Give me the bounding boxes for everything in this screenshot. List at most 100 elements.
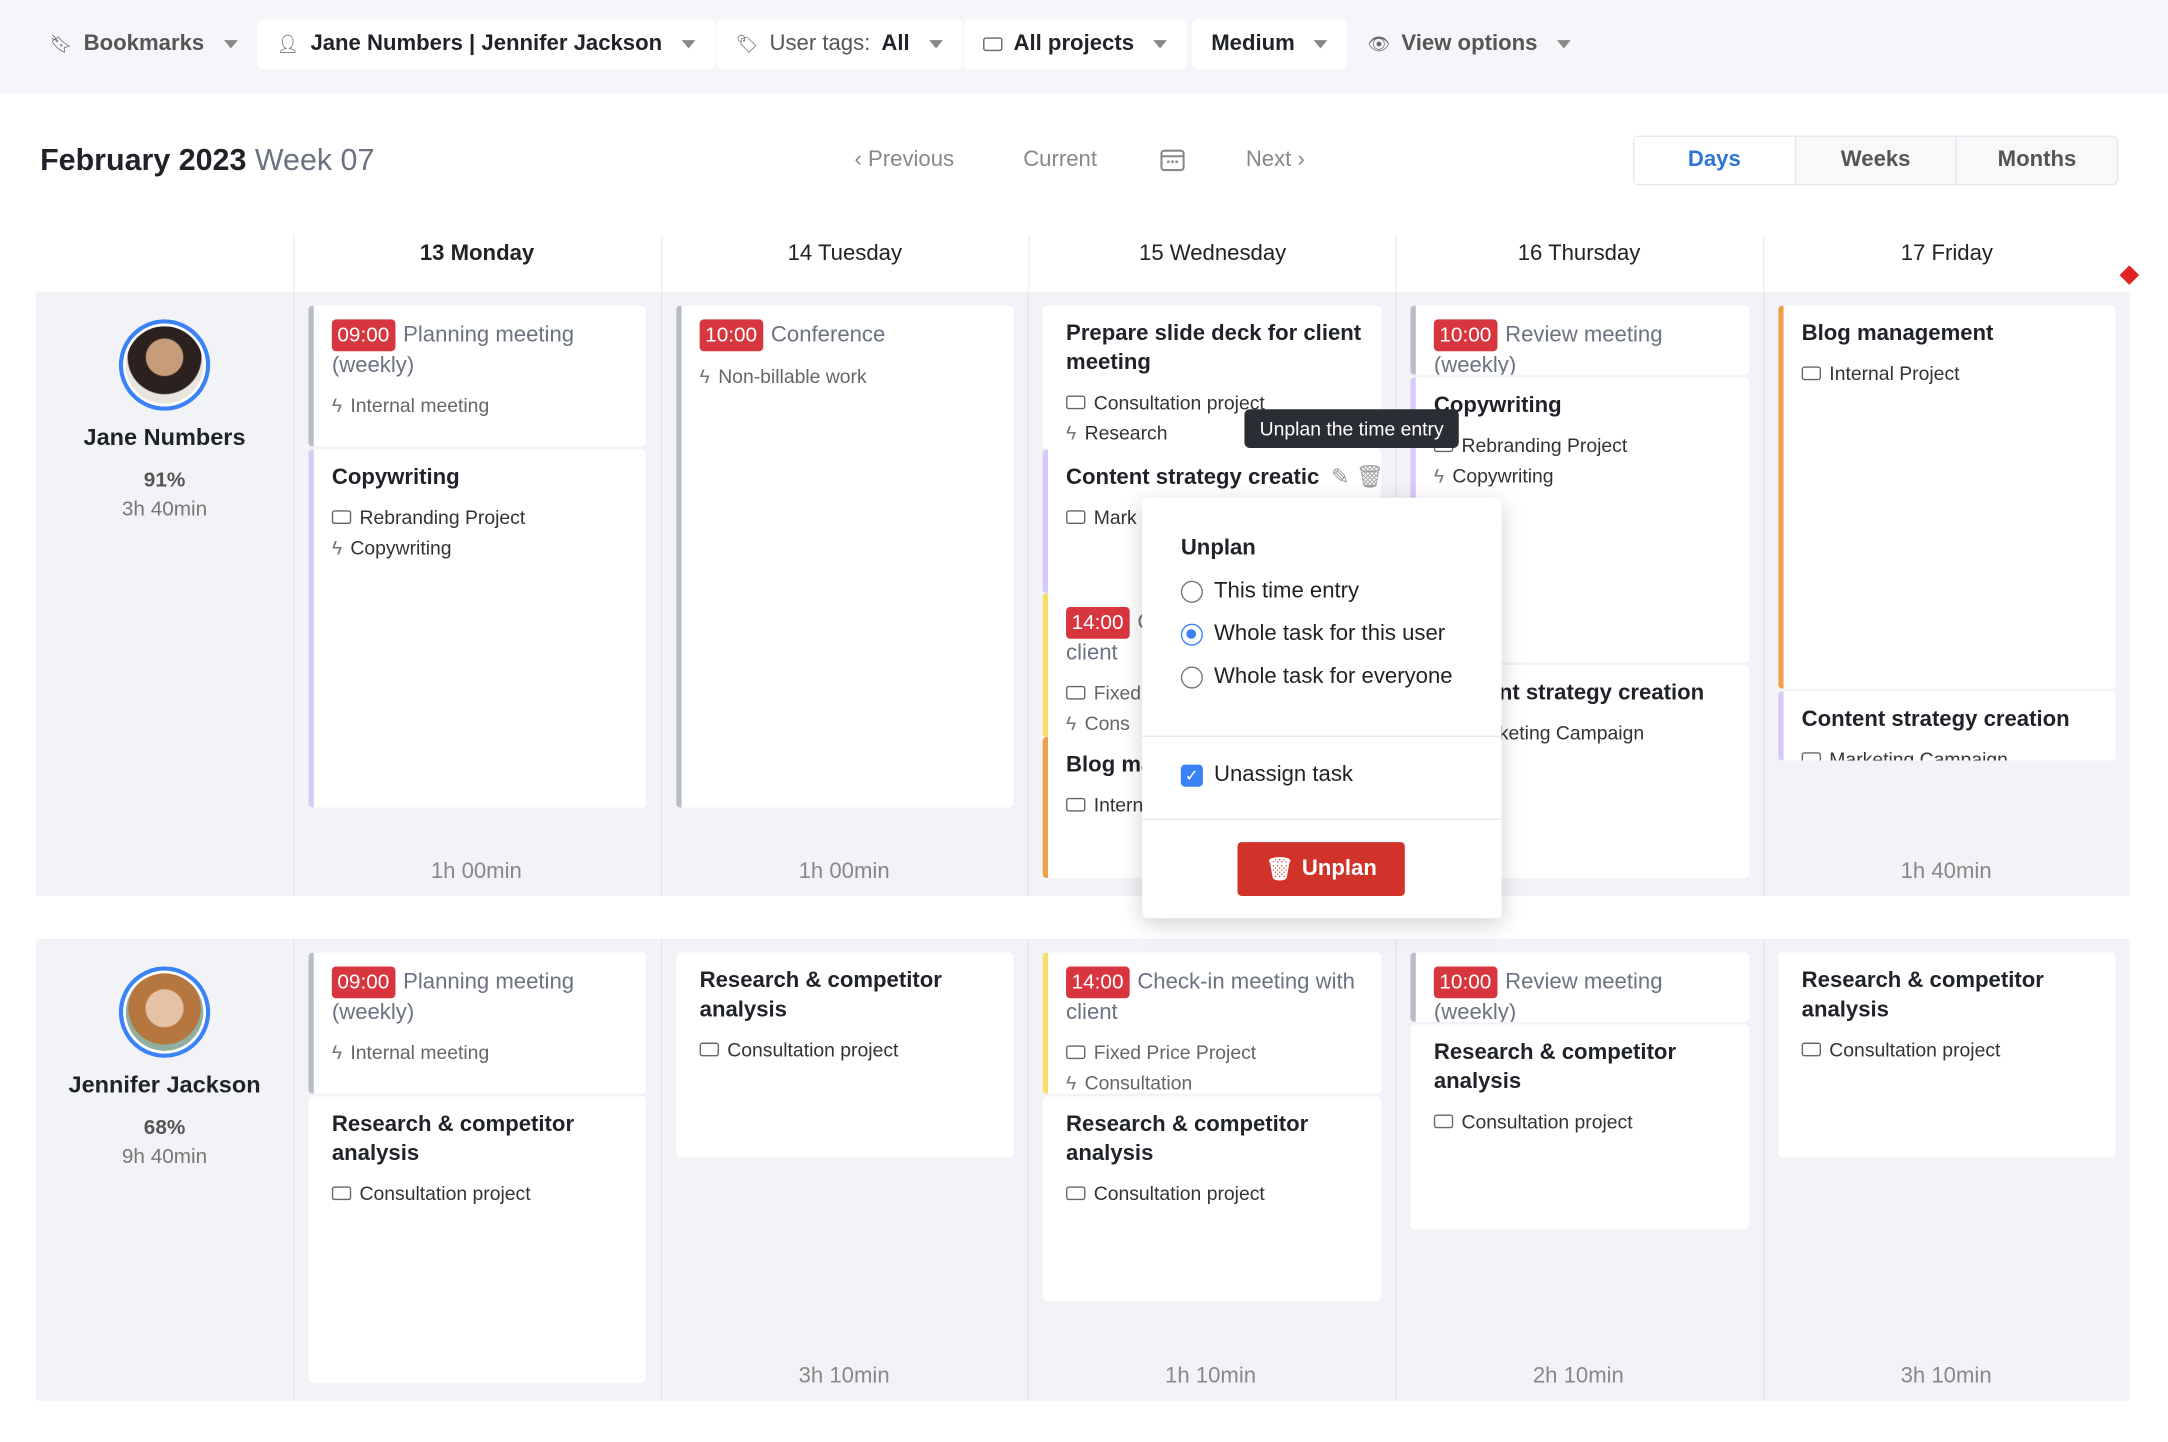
task-card[interactable]: 10:00 Review meeting (weekly)	[1410, 952, 1750, 1022]
previous-button[interactable]: ‹ Previous	[855, 148, 955, 173]
task-title: Research & competitor analysis	[1801, 969, 2044, 1022]
day-total: 3h 10min	[1900, 1364, 1992, 1389]
view-options-label: View options	[1401, 31, 1538, 56]
project-name: Internal Project	[1829, 362, 1960, 385]
task-card[interactable]: 14:00 Check-in meeting with client Fixed …	[1042, 952, 1382, 1094]
task-type: Non-billable work	[718, 365, 867, 388]
task-type: Copywriting	[1452, 464, 1554, 487]
task-card[interactable]: 09:00 Planning meeting (weekly) ϟ Internal…	[308, 305, 646, 447]
task-card[interactable]: Research & competitor analysis Consultat…	[1778, 952, 2116, 1158]
unplan-button[interactable]: 🗑︎ Unplan	[1237, 842, 1405, 896]
user-tags-dropdown[interactable]: 🏷︎ User tags: All	[716, 19, 963, 70]
bolt-icon: ϟ	[331, 394, 343, 417]
chevron-down-icon	[1314, 40, 1329, 49]
project-name: Fixed	[1093, 681, 1142, 704]
project-name: Marketing Campaign	[1829, 748, 2008, 761]
user-info: Jane Numbers 91% 3h 40min	[36, 319, 293, 521]
tab-days[interactable]: Days	[1634, 136, 1795, 184]
bolt-icon: ϟ	[1066, 421, 1077, 444]
time-badge: 14:00	[1066, 966, 1130, 999]
tab-months[interactable]: Months	[1955, 136, 2117, 184]
task-type: Consultation	[1084, 1071, 1193, 1094]
next-button[interactable]: Next ›	[1246, 148, 1305, 173]
task-card[interactable]: 09:00 Planning meeting (weekly) ϟ Internal…	[308, 952, 646, 1094]
week-label: Week 07	[254, 142, 375, 177]
day-total: 3h 10min	[798, 1364, 890, 1389]
unassign-task-checkbox[interactable]: ✓ Unassign task	[1180, 763, 1353, 788]
projects-dropdown[interactable]: All projects	[963, 19, 1187, 70]
project-name: Consultation project	[1829, 1038, 2001, 1061]
chevron-down-icon	[1556, 40, 1571, 49]
project-name: Mark	[1093, 506, 1137, 529]
pencil-icon[interactable]: ✎	[1331, 466, 1350, 490]
chevron-down-icon	[1153, 40, 1168, 49]
tab-weeks[interactable]: Weeks	[1794, 136, 1955, 184]
task-card[interactable]: 10:00 Conference ϟ Non-billable work	[676, 305, 1014, 808]
bolt-icon: ϟ	[1066, 1071, 1077, 1094]
avatar[interactable]	[118, 966, 211, 1058]
next-label: Next	[1245, 147, 1292, 172]
task-title: Conference	[770, 323, 886, 348]
users-dropdown[interactable]: 👤︎ Jane Numbers | Jennifer Jackson	[257, 19, 715, 70]
task-type: Internal meeting	[350, 1041, 490, 1064]
time-badge: 09:00	[331, 319, 395, 352]
option-this-entry[interactable]: This time entry	[1180, 579, 1360, 604]
briefcase-icon	[1066, 1045, 1086, 1060]
task-card[interactable]: Blog management Internal Project	[1778, 305, 2116, 689]
task-card[interactable]: Research & competitor analysis Consultat…	[676, 952, 1014, 1158]
day-header-friday: 17 Friday	[1762, 235, 2129, 291]
app-root: 🔖︎ Bookmarks 👤︎ Jane Numbers | Jennifer …	[0, 0, 2168, 1442]
current-button[interactable]: Current	[1023, 148, 1097, 173]
day-total: 1h 00min	[430, 860, 522, 884]
task-card[interactable]: Research & competitor analysis Consultat…	[1410, 1024, 1750, 1230]
checkbox-label: Unassign task	[1214, 763, 1353, 787]
task-title: Research & competitor analysis	[331, 1113, 575, 1166]
projects-label: All projects	[1013, 31, 1135, 56]
task-title: Copywriting	[1433, 394, 1562, 418]
bookmarks-dropdown[interactable]: 🔖︎ Bookmarks	[30, 19, 256, 69]
project-name: Rebranding Project	[359, 506, 526, 529]
option-label: This time entry	[1214, 579, 1360, 603]
user-row-jane: Jane Numbers 91% 3h 40min 09:00 Planning …	[35, 291, 2130, 896]
eye-icon: 👁︎	[1367, 33, 1391, 54]
task-card[interactable]: Research & competitor analysis Consultat…	[1042, 1096, 1382, 1302]
day-total: 1h 10min	[1165, 1364, 1257, 1389]
project-name: Consultation project	[1461, 1110, 1633, 1133]
task-card[interactable]: Research & competitor analysis Consultat…	[308, 1096, 646, 1383]
task-title-cont: client	[1066, 641, 1118, 666]
option-whole-task-everyone[interactable]: Whole task for everyone	[1180, 665, 1453, 690]
user-utilization: 91%	[143, 468, 186, 493]
project-name: Consultation project	[1093, 1182, 1265, 1205]
task-card[interactable]: 10:00 Review meeting (weekly)	[1410, 305, 1750, 375]
bolt-icon: ϟ	[1066, 712, 1077, 735]
filter-bar: 🔖︎ Bookmarks 👤︎ Jane Numbers | Jennifer …	[0, 0, 2168, 95]
day-total: 1h 00min	[798, 860, 890, 884]
briefcase-icon	[1066, 395, 1086, 410]
project-name: keting Campaign	[1498, 721, 1645, 744]
tags-value: All	[881, 31, 910, 56]
task-card[interactable]: Copywriting Rebranding Project ϟ Copywrit…	[308, 449, 646, 808]
view-options-dropdown[interactable]: 👁︎ View options	[1348, 19, 1590, 69]
trash-icon[interactable]: 🗑︎	[1356, 466, 1382, 490]
bookmark-icon: 🔖︎	[49, 33, 73, 54]
option-whole-task-user[interactable]: Whole task for this user	[1180, 622, 1445, 647]
briefcase-icon	[331, 1186, 352, 1201]
user-name: Jane Numbers	[83, 424, 246, 451]
chevron-down-icon	[929, 40, 943, 49]
avatar[interactable]	[118, 319, 211, 411]
calendar-icon[interactable]	[1159, 145, 1187, 180]
task-card[interactable]: Content strategy creation Marketing Camp…	[1778, 691, 2116, 761]
time-badge: 10:00	[1433, 966, 1497, 999]
task-title: Prepare slide deck for client meeting	[1066, 322, 1362, 375]
current-label: Current	[1023, 147, 1097, 172]
month-label: February 2023	[40, 142, 247, 177]
task-type: Cons	[1084, 712, 1130, 735]
day-header-monday: 13 Monday	[293, 235, 659, 291]
user-icon: 👤︎	[276, 33, 300, 54]
chevron-down-icon	[223, 40, 238, 49]
unplan-popover: Unplan This time entry Whole task for th…	[1142, 497, 1502, 919]
density-dropdown[interactable]: Medium	[1191, 19, 1348, 70]
time-badge: 14:00	[1066, 607, 1130, 639]
user-hours: 9h 40min	[121, 1144, 208, 1169]
user-hours: 3h 40min	[121, 497, 208, 522]
